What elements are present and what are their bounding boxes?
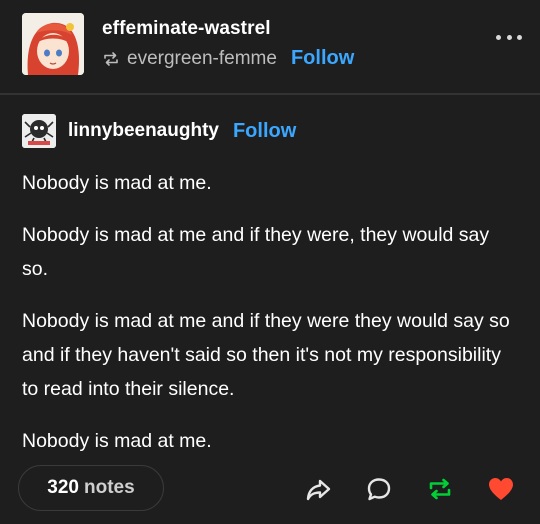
post-paragraph: Nobody is mad at me and if they were, th… — [22, 224, 490, 280]
share-icon[interactable] — [303, 474, 333, 504]
post-paragraph: Nobody is mad at me. — [22, 172, 212, 194]
dot — [506, 34, 512, 40]
trail-blog-name-link[interactable]: linnybeenaughty — [68, 120, 219, 142]
post-card: effeminate-wastrel evergreen-femme Follo… — [0, 0, 540, 524]
blog-name-link[interactable]: effeminate-wastrel — [102, 18, 271, 40]
reblogged-from-line: evergreen-femme Follow — [102, 47, 354, 70]
reblog-small-icon — [102, 50, 120, 68]
reply-icon[interactable] — [364, 474, 394, 504]
trail-follow-button[interactable]: Follow — [233, 120, 296, 143]
more-options-icon[interactable] — [496, 32, 522, 42]
reblogged-from-blog-link[interactable]: evergreen-femme — [127, 48, 277, 70]
follow-button[interactable]: Follow — [291, 47, 354, 70]
post-paragraph: Nobody is mad at me. — [22, 430, 212, 452]
trail-header: linnybeenaughty Follow — [22, 113, 296, 149]
reblog-icon[interactable] — [425, 474, 455, 504]
dot — [496, 34, 501, 40]
post-body: Nobody is mad at me. Nobody is mad at me… — [22, 166, 518, 476]
notes-label: notes — [84, 477, 135, 498]
trail-avatar[interactable] — [22, 114, 56, 148]
divider — [0, 93, 540, 95]
notes-button[interactable]: 320 notes — [18, 465, 164, 511]
post-paragraph: Nobody is mad at me and if they were the… — [22, 310, 510, 400]
notes-count: 320 — [47, 477, 79, 498]
post-header: effeminate-wastrel evergreen-femme Follo… — [22, 10, 522, 78]
like-icon[interactable] — [486, 474, 516, 504]
dot — [517, 34, 522, 40]
blog-avatar[interactable] — [22, 13, 84, 75]
